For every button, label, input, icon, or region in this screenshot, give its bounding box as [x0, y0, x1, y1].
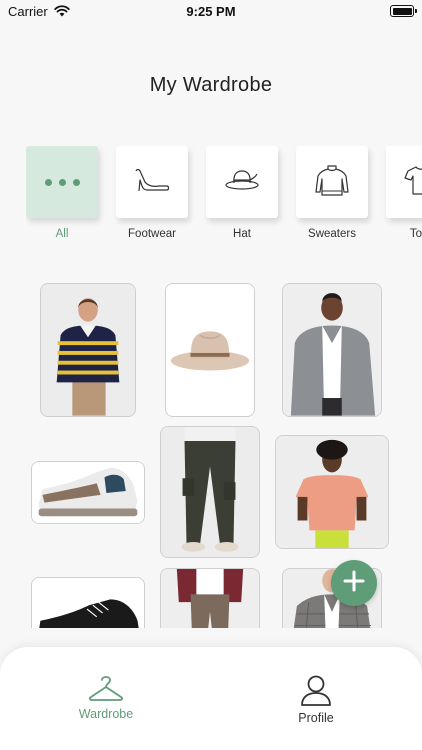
- pink-tshirt-photo: [276, 436, 388, 548]
- category-scroller[interactable]: All Footwear Hat Sweaters To: [26, 146, 422, 246]
- battery-icon: [390, 5, 417, 17]
- plus-icon: [343, 570, 365, 597]
- wardrobe-item-pink-tshirt[interactable]: [275, 435, 389, 549]
- sneakers-photo: [32, 462, 144, 523]
- high-heel-icon: [133, 165, 171, 200]
- category-label: Tops: [409, 228, 422, 240]
- black-sneakers-photo: [32, 578, 144, 628]
- brown-trousers-photo: [161, 569, 259, 628]
- category-footwear[interactable]: Footwear: [116, 146, 188, 240]
- tab-wardrobe[interactable]: Wardrobe: [46, 673, 166, 721]
- hanger-icon: [46, 673, 166, 703]
- fedora-hat-photo: [166, 284, 254, 416]
- grey-blazer-photo: [283, 284, 381, 416]
- wardrobe-item-sneakers[interactable]: [31, 461, 145, 524]
- wardrobe-item-olive-cargo-pants[interactable]: [160, 426, 260, 558]
- category-all[interactable]: All: [26, 146, 98, 240]
- category-label: Hat: [233, 228, 251, 240]
- status-bar: Carrier 9:25 PM: [0, 0, 422, 24]
- tab-profile[interactable]: Profile: [256, 673, 376, 725]
- more-dots-icon: [44, 178, 80, 186]
- cargo-pants-photo: [161, 427, 259, 557]
- add-item-button[interactable]: [331, 560, 377, 606]
- hat-icon: [223, 166, 261, 199]
- category-hat[interactable]: Hat: [206, 146, 278, 240]
- wardrobe-item-striped-rugby-shirt[interactable]: [40, 283, 136, 417]
- category-label: Sweaters: [308, 228, 356, 240]
- wardrobe-item-black-sneakers[interactable]: [31, 577, 145, 628]
- tab-wardrobe-label: Wardrobe: [78, 707, 134, 721]
- wardrobe-item-brown-trousers[interactable]: [160, 568, 260, 628]
- tab-profile-label: Profile: [298, 711, 334, 725]
- category-label: Footwear: [128, 228, 176, 240]
- person-icon: [256, 673, 376, 707]
- tshirt-icon: [403, 164, 422, 201]
- clock: 9:25 PM: [186, 4, 236, 19]
- page-title: My Wardrobe: [149, 74, 273, 96]
- category-label: All: [55, 228, 69, 240]
- category-sweaters[interactable]: Sweaters: [296, 146, 368, 240]
- sweater-icon: [313, 163, 351, 202]
- wardrobe-item-beige-fedora-hat[interactable]: [165, 283, 255, 417]
- wardrobe-item-grey-blazer[interactable]: [282, 283, 382, 417]
- category-tops[interactable]: Tops: [386, 146, 422, 240]
- tab-bar: Wardrobe Profile: [0, 647, 422, 750]
- striped-shirt-photo: [41, 284, 135, 416]
